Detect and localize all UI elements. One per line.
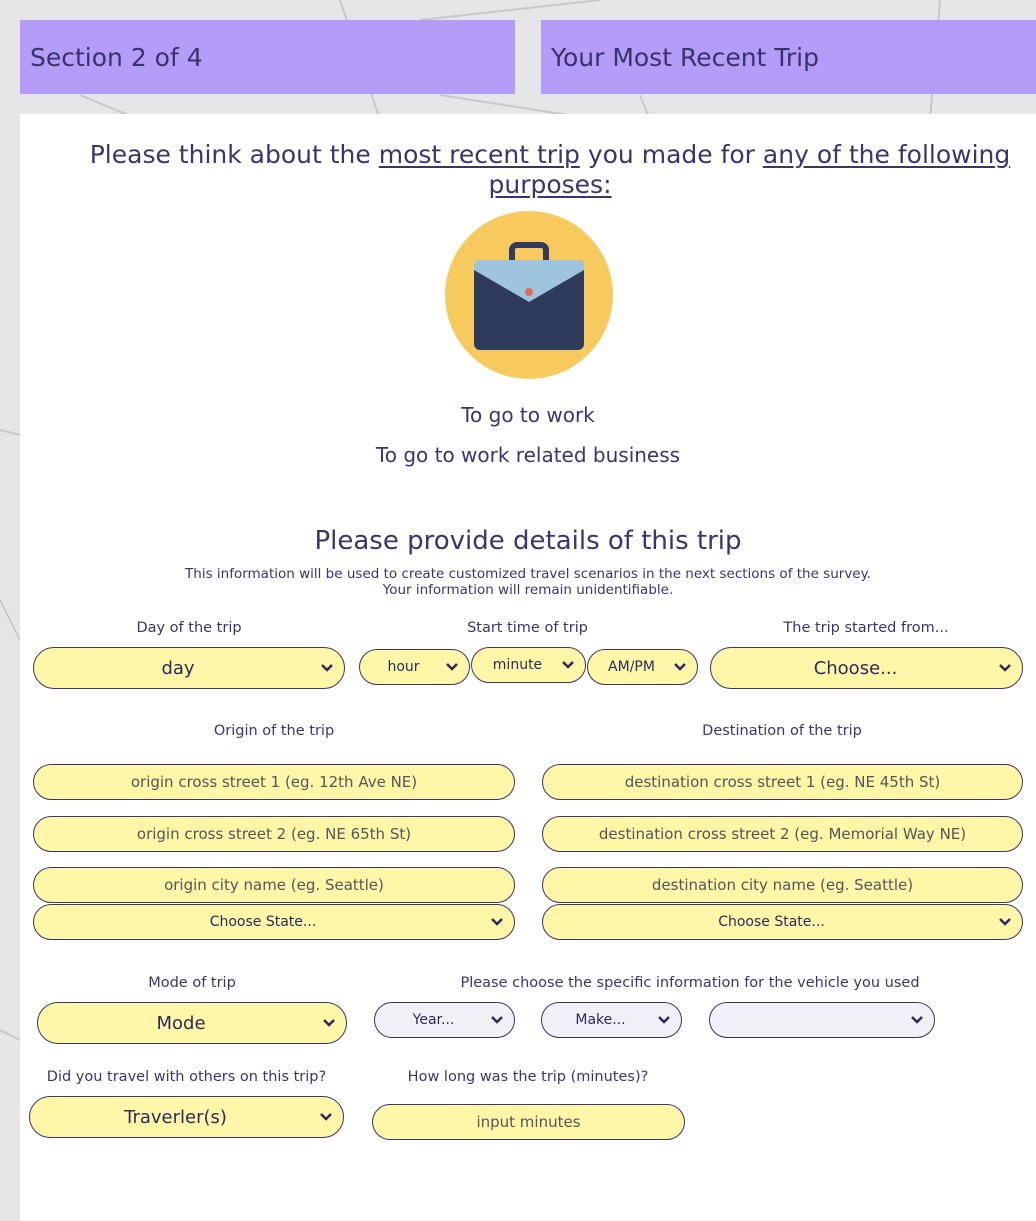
destination-state-value: Choose State... (718, 914, 825, 930)
chevron-down-icon (562, 661, 574, 669)
intro-heading: Please think about the most recent trip … (60, 140, 1036, 200)
origin-cross-street-2-input[interactable]: origin cross street 2 (eg. NE 65th St) (33, 816, 515, 852)
chevron-down-icon (999, 664, 1011, 672)
label-travel-with-others: Did you travel with others on this trip? (46, 1069, 327, 1085)
destination-cross-street-2-input[interactable]: destination cross street 2 (eg. Memorial… (542, 816, 1023, 852)
chevron-down-icon (491, 1016, 503, 1024)
details-subtitle: This information will be used to create … (20, 566, 1036, 598)
vehicle-year-select[interactable]: Year... (374, 1002, 515, 1038)
section-progress-label: Section 2 of 4 (30, 42, 203, 72)
origin-state-select[interactable]: Choose State... (33, 904, 515, 940)
destination-city-input[interactable]: destination city name (eg. Seattle) (542, 867, 1023, 903)
trip-duration-placeholder: input minutes (476, 1113, 581, 1131)
details-subtitle-line2: Your information will remain unidentifia… (382, 582, 674, 598)
origin-city-placeholder: origin city name (eg. Seattle) (164, 876, 384, 894)
destination-city-placeholder: destination city name (eg. Seattle) (651, 876, 914, 894)
chevron-down-icon (491, 918, 503, 926)
purpose-work: To go to work (461, 403, 595, 427)
section-title: Your Most Recent Trip (551, 42, 819, 72)
chevron-down-icon (674, 663, 686, 671)
trip-start-location-value: Choose... (813, 657, 898, 679)
chevron-down-icon (999, 918, 1011, 926)
section-progress-banner: Section 2 of 4 (20, 20, 515, 94)
vehicle-model-select[interactable] (709, 1002, 935, 1038)
survey-card: Please think about the most recent trip … (20, 114, 1036, 1221)
trip-start-location-select[interactable]: Choose... (710, 647, 1023, 689)
travelers-select-value: Traverler(s) (124, 1106, 227, 1128)
chevron-down-icon (323, 1019, 335, 1027)
intro-text: Please think about the (89, 140, 379, 169)
destination-cross-street-1-placeholder: destination cross street 1 (eg. NE 45th … (624, 773, 941, 791)
mode-select-value: Mode (156, 1012, 206, 1034)
mode-select[interactable]: Mode (37, 1002, 347, 1044)
vehicle-make-select[interactable]: Make... (541, 1002, 682, 1038)
label-vehicle: Please choose the specific information f… (460, 975, 920, 991)
day-select-value: day (161, 657, 195, 679)
briefcase-icon (445, 211, 613, 379)
chevron-down-icon (321, 664, 333, 672)
label-origin: Origin of the trip (213, 723, 335, 739)
origin-cross-street-2-placeholder: origin cross street 2 (eg. NE 65th St) (136, 825, 412, 843)
chevron-down-icon (911, 1016, 923, 1024)
origin-cross-street-1-input[interactable]: origin cross street 1 (eg. 12th Ave NE) (33, 764, 515, 800)
hour-select[interactable]: hour (359, 649, 470, 685)
label-day: Day of the trip (136, 620, 242, 636)
destination-state-select[interactable]: Choose State... (542, 904, 1023, 940)
details-subtitle-line1: This information will be used to create … (185, 566, 871, 582)
ampm-select[interactable]: AM/PM (587, 649, 698, 685)
label-destination: Destination of the trip (702, 723, 862, 739)
origin-cross-street-1-placeholder: origin cross street 1 (eg. 12th Ave NE) (130, 773, 418, 791)
intro-emphasis-purposes: purposes: (488, 170, 612, 199)
intro-text-middle: you made for (579, 140, 763, 169)
chevron-down-icon (658, 1016, 670, 1024)
destination-cross-street-1-input[interactable]: destination cross street 1 (eg. NE 45th … (542, 764, 1023, 800)
chevron-down-icon (320, 1113, 332, 1121)
intro-emphasis-recent: most recent trip (378, 140, 580, 169)
origin-state-value: Choose State... (209, 914, 317, 930)
minute-select[interactable]: minute (471, 647, 586, 683)
label-mode: Mode of trip (148, 975, 236, 991)
origin-city-input[interactable]: origin city name (eg. Seattle) (33, 867, 515, 903)
label-start-time: Start time of trip (467, 620, 588, 636)
intro-emphasis-any: any of the following (762, 140, 1011, 169)
chevron-down-icon (446, 663, 458, 671)
travelers-select[interactable]: Traverler(s) (29, 1096, 344, 1138)
destination-cross-street-2-placeholder: destination cross street 2 (eg. Memorial… (598, 825, 967, 843)
section-title-banner: Your Most Recent Trip (541, 20, 1036, 94)
label-started-from: The trip started from... (783, 620, 949, 636)
day-select[interactable]: day (33, 647, 345, 689)
trip-duration-input[interactable]: input minutes (372, 1104, 685, 1140)
details-title: Please provide details of this trip (314, 526, 742, 556)
label-trip-duration: How long was the trip (minutes)? (407, 1069, 649, 1085)
purpose-work-business: To go to work related business (375, 443, 681, 467)
